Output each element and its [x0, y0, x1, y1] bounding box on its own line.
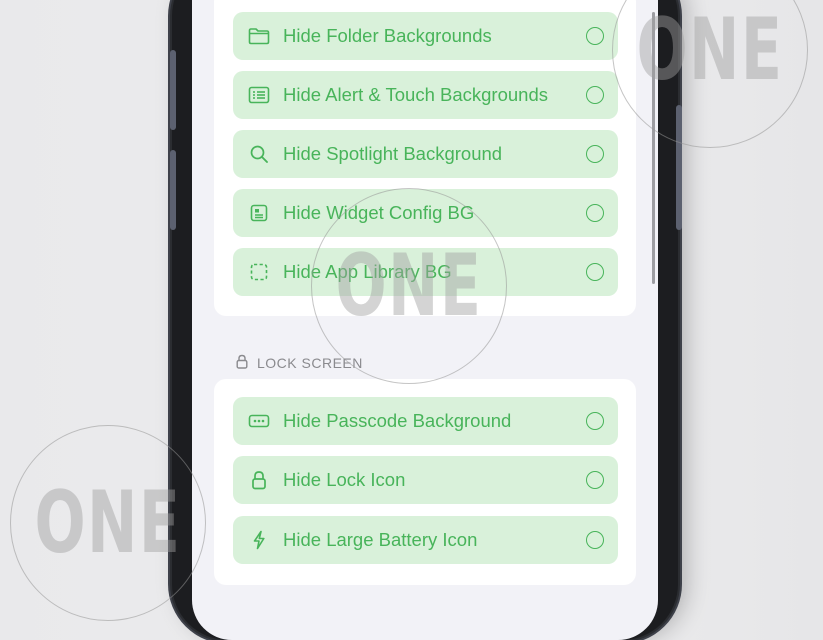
- watermark-logo: ONE: [10, 425, 206, 621]
- lock-icon: [247, 468, 271, 492]
- toggle-hide-large-battery-icon[interactable]: Hide Large Battery Icon: [233, 516, 618, 564]
- toggle-hide-spotlight-background[interactable]: Hide Spotlight Background: [233, 130, 618, 178]
- toggle-label: Hide Passcode Background: [283, 410, 512, 431]
- toggle-hide-lock-icon[interactable]: Hide Lock Icon: [233, 456, 618, 504]
- radio-toggle[interactable]: [586, 204, 604, 222]
- toggle-label: Hide Lock Icon: [283, 469, 406, 490]
- lock-icon: [236, 354, 248, 372]
- radio-toggle[interactable]: [586, 27, 604, 45]
- toggle-label: Hide Alert & Touch Backgrounds: [283, 84, 548, 105]
- bolt-icon: [247, 528, 271, 552]
- toggle-hide-folder-backgrounds[interactable]: Hide Folder Backgrounds: [233, 12, 618, 60]
- passcode-icon: [247, 409, 271, 433]
- toggle-hide-alert-touch-backgrounds[interactable]: Hide Alert & Touch Backgrounds: [233, 71, 618, 119]
- radio-toggle[interactable]: [586, 471, 604, 489]
- radio-toggle[interactable]: [586, 263, 604, 281]
- radio-toggle[interactable]: [586, 145, 604, 163]
- phone-side-button: [170, 150, 176, 230]
- dashed-square-icon: [247, 260, 271, 284]
- toggle-label: Hide Folder Backgrounds: [283, 25, 492, 46]
- radio-toggle[interactable]: [586, 86, 604, 104]
- alert-list-icon: [247, 83, 271, 107]
- toggle-hide-passcode-background[interactable]: Hide Passcode Background: [233, 397, 618, 445]
- folder-icon: [247, 24, 271, 48]
- radio-toggle[interactable]: [586, 412, 604, 430]
- toggle-label: Hide Large Battery Icon: [283, 529, 478, 550]
- toggle-label: Hide Spotlight Background: [283, 143, 503, 164]
- watermark-logo: ONE: [311, 188, 507, 384]
- phone-side-button: [170, 50, 176, 130]
- widget-config-icon: [247, 201, 271, 225]
- lock-screen-card: Hide Passcode Background Hide Lock Icon …: [214, 379, 636, 585]
- radio-toggle[interactable]: [586, 531, 604, 549]
- search-icon: [247, 142, 271, 166]
